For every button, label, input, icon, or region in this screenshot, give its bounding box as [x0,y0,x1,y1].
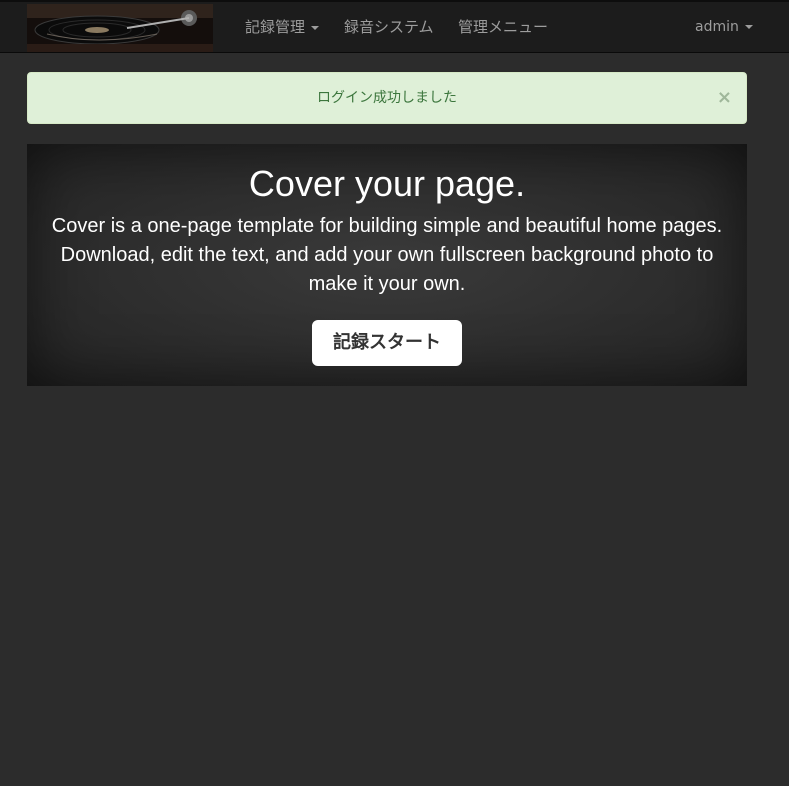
user-menu-dropdown[interactable]: admin [695,2,753,53]
nav-admin-menu-label: 管理メニュー [458,18,549,36]
nav-admin-menu[interactable]: 管理メニュー [458,2,548,53]
navbar: 記録管理 録音システム 管理メニュー admin [0,0,789,53]
close-icon[interactable]: × [717,73,732,123]
turntable-logo-icon[interactable] [27,4,213,52]
hero-lead: Cover is a one-page template for buildin… [51,215,723,295]
nav-recording-label: 録音システム [344,18,434,36]
caret-down-icon [744,25,753,29]
caret-down-icon [311,25,320,30]
user-menu-label: admin [695,19,739,35]
nav-recording-system[interactable]: 録音システム [344,2,434,53]
nav-records-label: 記録管理 [245,18,306,36]
alert-message: ログイン成功しました [317,90,457,106]
cover-hero: Cover your page. Cover is a one-page tem… [27,144,747,386]
nav-records-management-dropdown[interactable]: 記録管理 [245,2,320,53]
login-success-alert: ログイン成功しました × [27,72,747,124]
hero-title: Cover your page. [248,163,526,204]
start-recording-button[interactable]: 記録スタート [312,320,462,366]
